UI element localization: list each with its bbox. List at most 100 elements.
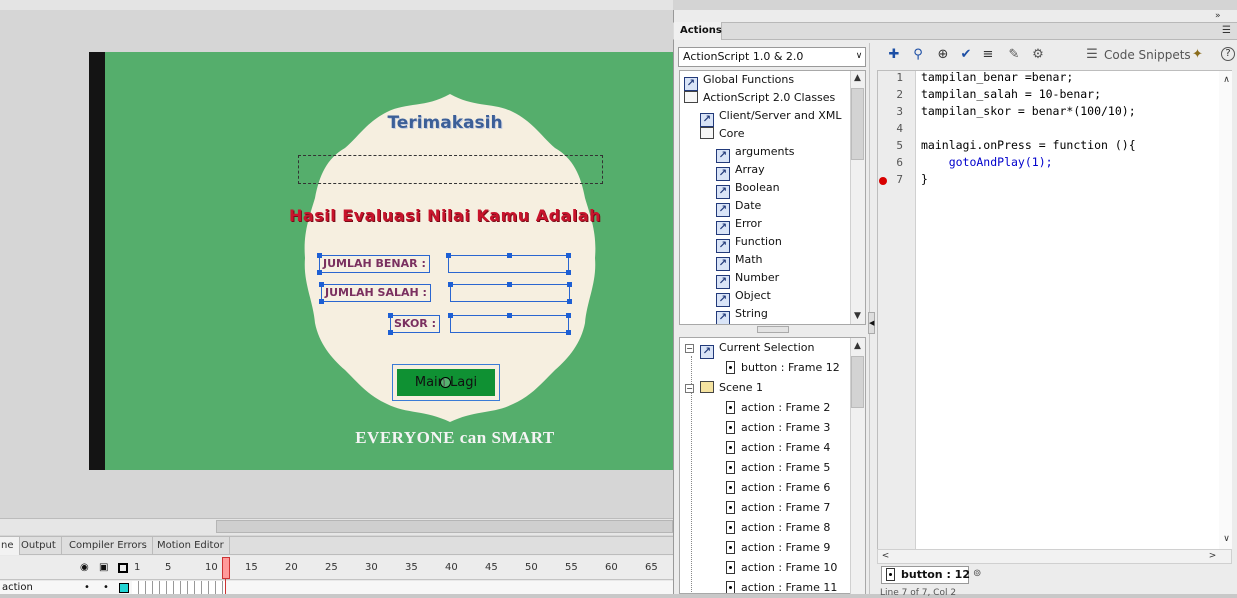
outline-icon[interactable] [118,563,128,573]
selection-handle[interactable] [507,253,512,258]
debug-options-icon[interactable]: ⚙ [1030,47,1046,63]
selection-handle[interactable] [566,330,571,335]
tab-output[interactable]: Output [16,537,62,555]
collapse-icon[interactable]: − [685,384,694,393]
scroll-down-icon[interactable]: ▼ [851,310,864,323]
selection-handle[interactable] [319,299,324,304]
tree-item-frame[interactable]: action : Frame 4 [726,439,830,457]
tree-item-core[interactable]: Core [700,125,744,143]
tree-item-button-frame[interactable]: button : Frame 12 [726,359,840,377]
tree-item-current-selection[interactable]: − ↗ Current Selection [685,339,815,359]
tab-motion-editor[interactable]: Motion Editor [152,537,230,555]
auto-format-icon[interactable]: ≡ [980,47,996,63]
collapse-toolbox-button[interactable]: ◀ [868,312,875,334]
scroll-right-icon[interactable]: > [1206,550,1219,563]
chevron-down-icon[interactable]: ∨ [852,47,866,67]
target-path-icon[interactable]: ⊕ [935,47,951,63]
stage-scroll-thumb[interactable] [216,520,673,533]
selection-handle[interactable] [566,270,571,275]
breakpoint-icon[interactable] [879,177,887,185]
panel-collapse-icon[interactable]: » [1215,11,1221,21]
tree-item-as2-classes[interactable]: ActionScript 2.0 Classes [684,89,835,107]
scroll-up-icon[interactable]: ∧ [1220,74,1233,87]
navigator-scroll-thumb[interactable] [851,356,864,408]
add-statement-icon[interactable]: ✚ [886,47,902,63]
tree-item-client-server[interactable]: ↗ Client/Server and XML [700,107,841,127]
selection-handle[interactable] [446,253,451,258]
tree-item-error[interactable]: ↗ Error [716,215,762,235]
tree-item-frame[interactable]: action : Frame 3 [726,419,830,437]
tree-item-array[interactable]: ↗ Array [716,161,765,181]
code-line[interactable]: gotoAndPlay(1); [921,154,1053,171]
lock-icon[interactable]: ▣ [99,562,108,573]
code-line[interactable]: tampilan_salah = 10-benar; [921,86,1101,103]
code-line[interactable]: } [921,171,928,188]
tree-item-frame[interactable]: action : Frame 5 [726,459,830,477]
scroll-up-icon[interactable]: ▲ [851,340,864,353]
tree-item-boolean[interactable]: ↗ Boolean [716,179,780,199]
pin-script-icon[interactable]: ⊚ [973,568,987,580]
tree-item-math[interactable]: ↗ Math [716,251,763,271]
layer-name[interactable]: action [2,581,33,594]
selection-handle[interactable] [388,313,393,318]
tree-item-global-functions[interactable]: ↗ Global Functions [684,71,794,91]
selection-handle[interactable] [566,313,571,318]
selection-handle[interactable] [448,313,453,318]
tree-item-frame[interactable]: action : Frame 2 [726,399,830,417]
panel-menu-icon[interactable]: ☰ [1222,25,1231,36]
selection-handle[interactable] [319,282,324,287]
keyframes-strip[interactable] [132,581,226,594]
selection-handle[interactable] [317,270,322,275]
tree-item-frame[interactable]: action : Frame 11 [726,579,837,593]
code-line[interactable]: tampilan_skor = benar*(100/10); [921,103,1136,120]
check-syntax-icon[interactable]: ✔ [958,47,974,63]
tree-item-number[interactable]: ↗ Number [716,269,779,289]
tree-item-frame[interactable]: action : Frame 10 [726,559,837,577]
editor-horizontal-scrollbar[interactable] [877,549,1232,564]
label-jumlah-benar[interactable]: JUMLAH BENAR : [319,255,430,273]
code-line[interactable]: tampilan_benar =benar; [921,69,1073,86]
tab-actions[interactable]: Actions [674,22,722,40]
script-assist-icon[interactable]: ✦ [1192,47,1203,63]
code-line[interactable]: mainlagi.onPress = function (){ [921,137,1136,154]
scroll-left-icon[interactable]: < [879,550,892,563]
version-select[interactable]: ActionScript 1.0 & 2.0 [678,47,866,67]
visibility-dot[interactable]: • [84,581,90,594]
code-snippets-icon[interactable]: ☰ [1084,47,1100,63]
layer-row[interactable] [0,581,673,594]
tree-item-function[interactable]: ↗ Function [716,233,782,253]
editor-vertical-scrollbar[interactable] [1219,71,1232,549]
script-tab[interactable]: button : 12 [881,566,970,584]
scroll-down-icon[interactable]: ∨ [1220,533,1233,546]
selection-handle[interactable] [448,282,453,287]
selection-handle[interactable] [567,282,572,287]
label-jumlah-salah[interactable]: JUMLAH SALAH : [321,284,431,302]
collapse-icon[interactable]: − [685,344,694,353]
selection-handle[interactable] [507,313,512,318]
tree-item-frame[interactable]: action : Frame 6 [726,479,830,497]
tree-item-date[interactable]: ↗ Date [716,197,761,217]
tree-item-frame[interactable]: action : Frame 9 [726,539,830,557]
tree-item-string[interactable]: ↗ String [716,305,768,324]
label-skor[interactable]: SKOR : [390,315,441,333]
code-snippets-button[interactable]: Code Snippets [1104,47,1191,63]
tree-splitter[interactable] [757,326,789,333]
tree-item-object[interactable]: ↗ Object [716,287,771,307]
dynamic-text-box[interactable] [298,155,603,184]
scroll-up-icon[interactable]: ▲ [851,72,864,85]
tree-item-frame[interactable]: action : Frame 7 [726,499,830,517]
toolbox-scroll-thumb[interactable] [851,88,864,160]
eye-icon[interactable]: ◉ [80,562,89,573]
tree-item-frame[interactable]: action : Frame 8 [726,519,830,537]
selection-handle[interactable] [507,282,512,287]
lock-dot[interactable]: • [103,581,109,594]
selection-handle[interactable] [317,253,322,258]
find-icon[interactable]: ⚲ [910,47,926,63]
tree-item-scene[interactable]: − Scene 1 [685,379,763,397]
code-hint-icon[interactable]: ✎ [1006,47,1022,63]
tree-item-arguments[interactable]: ↗ arguments [716,143,795,163]
playhead[interactable] [222,557,230,579]
tab-compiler-errors[interactable]: Compiler Errors [64,537,153,555]
selection-handle[interactable] [388,330,393,335]
help-icon[interactable]: ? [1221,47,1235,61]
